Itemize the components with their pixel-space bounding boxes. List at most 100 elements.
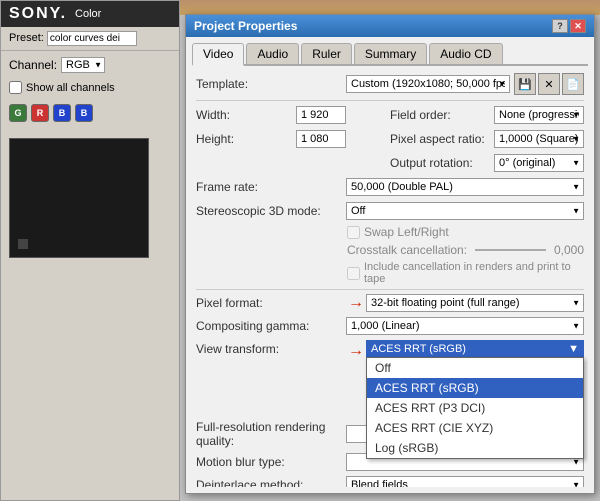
vt-item-aces-xyz[interactable]: ACES RRT (CIE XYZ)	[367, 418, 583, 438]
deinterlace-row: Deinterlace method: Blend fields	[192, 474, 588, 487]
view-transform-select-area[interactable]: ACES RRT (sRGB) ▼ Off ACES RRT (sRGB) AC…	[366, 340, 584, 357]
compositing-gamma-row: Compositing gamma: 1,000 (Linear)	[192, 314, 588, 338]
height-pixelasp-row: Height: Pixel aspect ratio: 1,0000 (Squa…	[192, 127, 588, 151]
width-fieldorder-row: Width: Field order: None (progressive sc…	[192, 103, 588, 127]
pixel-aspect-select[interactable]: 1,0000 (Square)	[494, 130, 584, 148]
curve-marker	[18, 239, 28, 249]
template-select-wrapper[interactable]: Custom (1920x1080; 50,000 fps)	[346, 75, 510, 93]
divider-2	[196, 289, 584, 290]
bg-image-top	[180, 0, 600, 15]
view-transform-arrow: →	[348, 340, 364, 360]
compositing-gamma-select-wrapper[interactable]: 1,000 (Linear)	[346, 317, 584, 335]
pixel-format-select[interactable]: 32-bit floating point (full range)	[366, 294, 584, 312]
frame-rate-select-wrapper[interactable]: 50,000 (Double PAL)	[346, 178, 584, 196]
tab-audiocd[interactable]: Audio CD	[429, 43, 502, 64]
view-transform-value: ACES RRT (sRGB)	[371, 343, 466, 355]
pixel-format-arrow: →	[348, 294, 364, 312]
pixel-aspect-label: Pixel aspect ratio:	[390, 132, 490, 146]
output-rotation-select[interactable]: 0° (original)	[494, 154, 584, 172]
template-save-icon[interactable]: 💾	[514, 73, 536, 95]
output-rotation-col: Output rotation: 0° (original)	[390, 154, 584, 172]
tab-ruler[interactable]: Ruler	[301, 43, 352, 64]
vt-item-log[interactable]: Log (sRGB)	[367, 438, 583, 458]
stereo-control: Off	[346, 202, 584, 220]
close-button[interactable]: ✕	[570, 19, 586, 33]
form-area: Template: Custom (1920x1080; 50,000 fps)…	[192, 70, 588, 487]
field-order-label: Field order:	[390, 108, 490, 122]
deinterlace-label: Deinterlace method:	[196, 478, 346, 487]
width-input[interactable]	[296, 106, 346, 124]
frame-rate-control: 50,000 (Double PAL)	[346, 178, 584, 196]
frame-rate-row: Frame rate: 50,000 (Double PAL)	[192, 175, 588, 199]
blue-icon[interactable]: B	[53, 104, 71, 122]
deinterlace-select-wrapper[interactable]: Blend fields	[346, 476, 584, 487]
preset-input[interactable]	[47, 31, 137, 46]
vt-item-aces-srgb[interactable]: ACES RRT (sRGB)	[367, 378, 583, 398]
template-export-icon[interactable]: 📄	[562, 73, 584, 95]
crosstalk-slider[interactable]	[475, 249, 546, 251]
view-transform-dropdown: Off ACES RRT (sRGB) ACES RRT (P3 DCI) AC…	[366, 357, 584, 459]
stereo-select[interactable]: Off	[346, 202, 584, 220]
red-icon[interactable]: R	[31, 104, 49, 122]
crosstalk-label: Crosstalk cancellation:	[347, 243, 467, 257]
view-transform-label: View transform:	[196, 340, 346, 356]
template-delete-icon[interactable]: ✕	[538, 73, 560, 95]
show-all-row: Show all channels	[1, 79, 179, 96]
channel-select[interactable]: RGB	[61, 57, 105, 73]
blue2-icon[interactable]: B	[75, 104, 93, 122]
channel-select-wrapper[interactable]: RGB	[61, 57, 105, 73]
stereo-select-wrapper[interactable]: Off	[346, 202, 584, 220]
channel-row: Channel: RGB	[1, 51, 179, 79]
divider-1	[196, 100, 584, 101]
view-transform-arrow-icon: ▼	[568, 343, 579, 355]
output-rotation-select-wrapper[interactable]: 0° (original)	[494, 154, 584, 172]
pixel-aspect-select-wrapper[interactable]: 1,0000 (Square)	[494, 130, 584, 148]
output-rotation-label: Output rotation:	[390, 156, 490, 170]
rendering-quality-label: Full-resolution rendering quality:	[196, 420, 346, 448]
include-checkbox[interactable]	[347, 267, 360, 280]
field-order-select[interactable]: None (progressive scan)	[494, 106, 584, 124]
dialog-titlebar: Project Properties ? ✕	[186, 15, 594, 37]
crosstalk-value: 0,000	[554, 243, 584, 257]
template-label: Template:	[196, 77, 346, 91]
dialog-content: Video Audio Ruler Summary Audio CD Templ…	[186, 37, 594, 493]
field-order-select-wrapper[interactable]: None (progressive scan)	[494, 106, 584, 124]
swap-label: Swap Left/Right	[364, 225, 449, 239]
deinterlace-select[interactable]: Blend fields	[346, 476, 584, 487]
output-rotation-row: Output rotation: 0° (original)	[192, 151, 588, 175]
sony-logo: SONY.	[9, 5, 67, 23]
frame-rate-select[interactable]: 50,000 (Double PAL)	[346, 178, 584, 196]
help-button[interactable]: ?	[552, 19, 568, 33]
tab-summary[interactable]: Summary	[354, 43, 427, 64]
fieldorder-col: Field order: None (progressive scan)	[390, 106, 584, 124]
vt-item-off[interactable]: Off	[367, 358, 583, 378]
tab-video[interactable]: Video	[192, 43, 244, 66]
compositing-gamma-label: Compositing gamma:	[196, 319, 346, 333]
channel-label: Channel:	[9, 58, 57, 72]
vt-item-aces-p3[interactable]: ACES RRT (P3 DCI)	[367, 398, 583, 418]
tab-audio[interactable]: Audio	[246, 43, 299, 64]
project-properties-dialog: Project Properties ? ✕ Video Audio Ruler…	[185, 14, 595, 494]
pixel-format-row: Pixel format: → 32-bit floating point (f…	[192, 292, 588, 314]
show-all-checkbox[interactable]	[9, 81, 22, 94]
stereo-label: Stereoscopic 3D mode:	[196, 204, 346, 218]
pixelasp-col: Pixel aspect ratio: 1,0000 (Square)	[390, 130, 584, 148]
preset-label: Preset:	[9, 32, 44, 44]
template-select[interactable]: Custom (1920x1080; 50,000 fps)	[346, 75, 510, 93]
crosstalk-row: Crosstalk cancellation: 0,000	[192, 241, 588, 259]
height-col: Height:	[196, 130, 390, 148]
width-col: Width:	[196, 106, 390, 124]
tab-bar: Video Audio Ruler Summary Audio CD	[192, 43, 588, 66]
compositing-gamma-select[interactable]: 1,000 (Linear)	[346, 317, 584, 335]
swap-checkbox[interactable]	[347, 226, 360, 239]
frame-rate-label: Frame rate:	[196, 180, 346, 194]
color-tab-label: Color	[75, 8, 101, 20]
sony-header: SONY. Color	[1, 1, 179, 27]
height-input[interactable]	[296, 130, 346, 148]
titlebar-controls: ? ✕	[552, 19, 586, 33]
view-transform-selected[interactable]: ACES RRT (sRGB) ▼	[366, 340, 584, 357]
output-rotation-left	[196, 154, 390, 172]
pixel-format-select-wrapper[interactable]: 32-bit floating point (full range)	[366, 294, 584, 312]
green-icon[interactable]: G	[9, 104, 27, 122]
color-curve-canvas	[9, 138, 149, 258]
